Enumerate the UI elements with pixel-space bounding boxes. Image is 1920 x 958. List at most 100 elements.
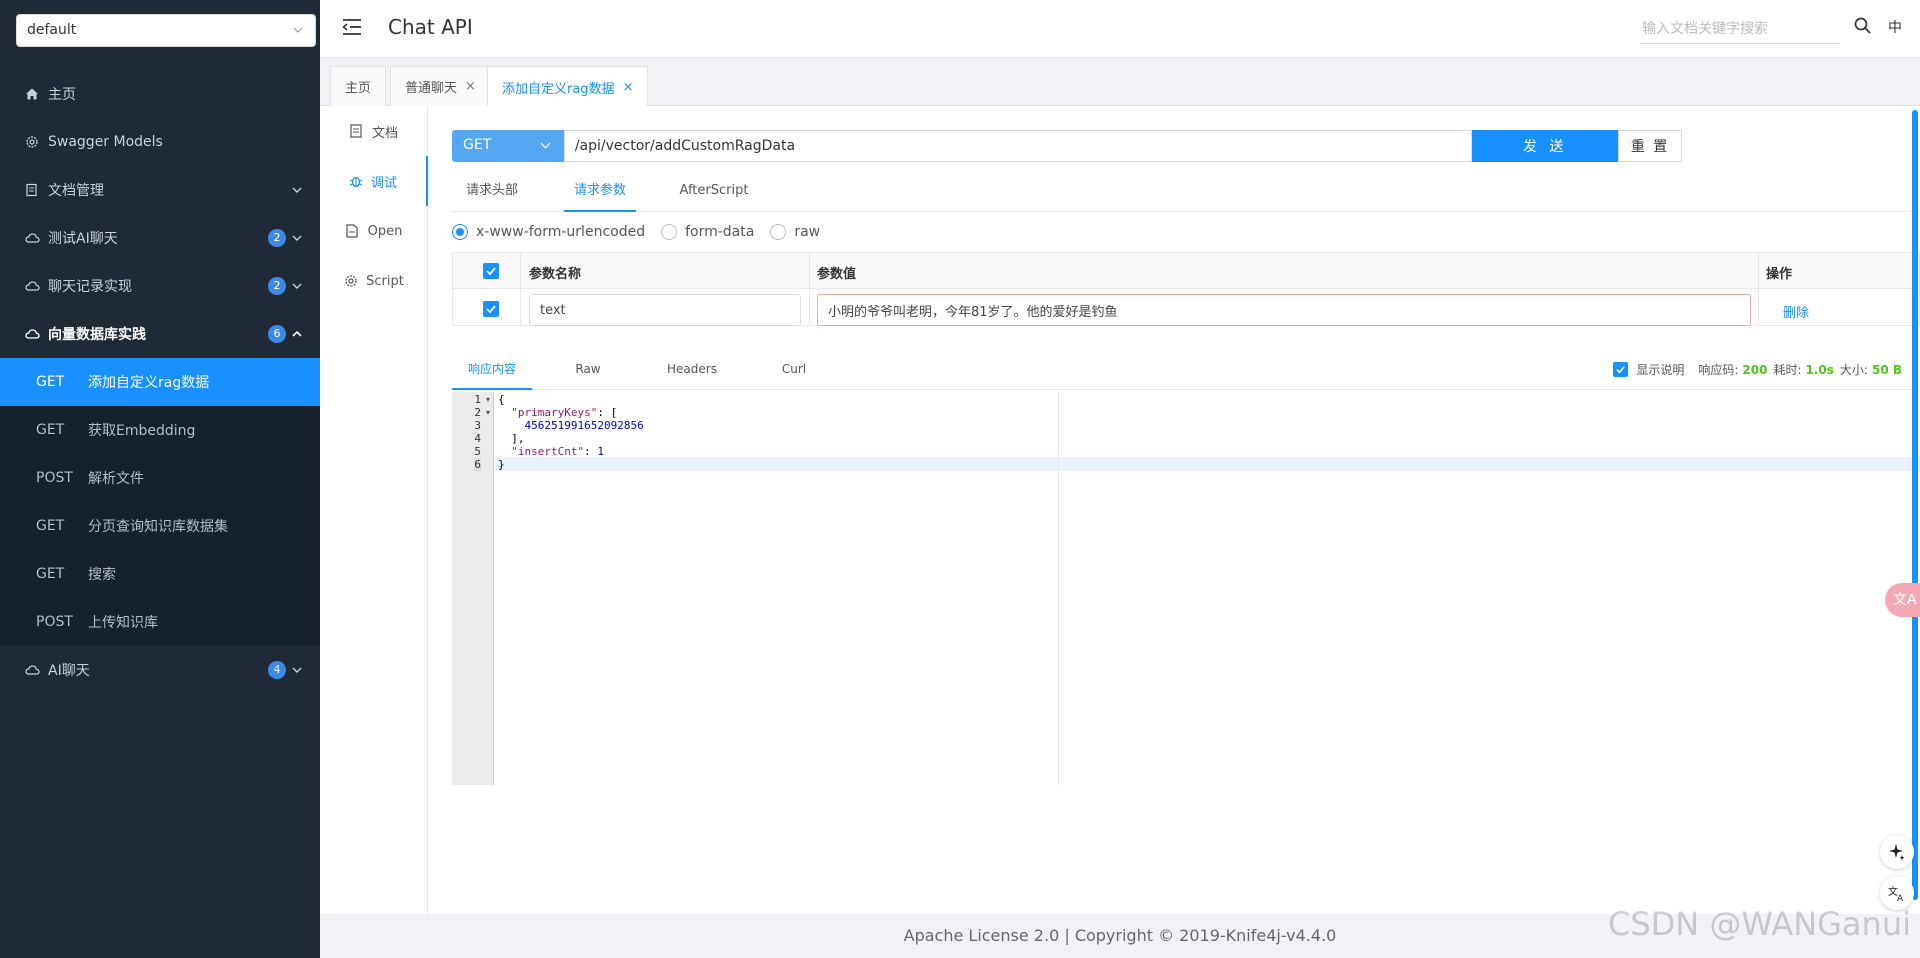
line-number: 2: [474, 406, 481, 419]
home-icon: [24, 86, 40, 102]
gear-icon: [24, 134, 40, 150]
side-tab-label: 调试: [370, 175, 397, 191]
param-name-input[interactable]: [529, 294, 801, 326]
bug-icon: [349, 174, 363, 188]
method-select[interactable]: GET: [452, 130, 564, 162]
side-tab-open[interactable]: Open: [320, 206, 428, 256]
url-input[interactable]: [563, 130, 1473, 162]
scrollbar[interactable]: [1912, 110, 1918, 900]
radio-form-data[interactable]: form-data: [661, 224, 754, 240]
doc-search-input[interactable]: [1640, 14, 1840, 44]
fold-arrow-icon[interactable]: ▾: [486, 408, 490, 417]
tab-response-raw[interactable]: Raw: [558, 350, 618, 390]
send-button[interactable]: 发 送: [1472, 130, 1619, 162]
size-label: 大小:: [1839, 363, 1868, 377]
group-select[interactable]: default: [16, 14, 316, 47]
tab-label: 主页: [345, 81, 372, 96]
chevron-down-icon: [293, 27, 303, 33]
tab-home[interactable]: 主页: [330, 66, 387, 106]
divider: [1758, 253, 1759, 325]
chevron-down-icon: [292, 187, 302, 193]
vector-db-submenu: GET 添加自定义rag数据 GET 获取Embedding POST 解析文件…: [0, 358, 320, 646]
tab-add-custom-rag[interactable]: 添加自定义rag数据 ×: [487, 66, 649, 107]
count-badge: 4: [268, 661, 286, 679]
translate-float-icon[interactable]: 文A: [1885, 583, 1920, 617]
response-editor[interactable]: 1 ▾ 2 ▾ 3 4 5 6 { "primaryKeys": [ 45625…: [452, 392, 1920, 785]
show-desc-checkbox[interactable]: [1613, 362, 1629, 377]
api-item-parse-file[interactable]: POST 解析文件: [0, 454, 320, 502]
chevron-down-icon: [292, 235, 302, 241]
menu-fold-icon[interactable]: [342, 18, 362, 36]
app-title: Chat API: [388, 15, 473, 39]
table-header: [453, 253, 1919, 289]
side-tab-debug[interactable]: 调试: [320, 156, 428, 206]
chevron-up-icon: [292, 330, 302, 337]
document-manage-icon: [24, 182, 40, 198]
api-item-add-custom-rag[interactable]: GET 添加自定义rag数据: [0, 358, 320, 406]
delete-param-link[interactable]: 删除: [1783, 302, 1809, 321]
sidebar-item-home[interactable]: 主页: [0, 70, 320, 118]
sidebar-item-label: 聊天记录实现: [48, 279, 132, 295]
sparkle-icon[interactable]: [1880, 835, 1914, 869]
side-tab-script[interactable]: Script: [320, 256, 428, 306]
tab-response-headers[interactable]: Headers: [652, 350, 732, 390]
api-item-upload-kb[interactable]: POST 上传知识库: [0, 598, 320, 646]
tab-response-content[interactable]: 响应内容: [452, 350, 532, 390]
fold-arrow-icon[interactable]: ▾: [486, 395, 490, 404]
sidebar-item-swagger-models[interactable]: Swagger Models: [0, 118, 320, 166]
app-root: default 主页 Swagger Models 文档管理 测试AI聊天 2: [0, 0, 1920, 958]
active-line-highlight: [495, 457, 1920, 471]
code-token: {: [498, 393, 505, 406]
tab-label: 普通聊天: [405, 81, 458, 96]
json-number: 1: [597, 445, 604, 458]
side-tab-doc[interactable]: 文档: [320, 106, 428, 156]
row-checkbox[interactable]: [483, 301, 499, 317]
tab-request-params[interactable]: 请求参数: [564, 172, 636, 212]
script-icon: [344, 274, 358, 288]
sidebar-item-label: 向量数据库实践: [48, 327, 146, 343]
tab-request-headers[interactable]: 请求头部: [452, 172, 532, 212]
api-item-search[interactable]: GET 搜索: [0, 550, 320, 598]
tab-response-curl[interactable]: Curl: [764, 350, 824, 390]
http-method: POST: [36, 614, 73, 630]
chevron-down-icon: [292, 283, 302, 289]
radio-urlencoded[interactable]: x-www-form-urlencoded: [452, 224, 645, 240]
http-method: GET: [36, 422, 65, 438]
sidebar-item-vector-db[interactable]: 向量数据库实践 6: [0, 310, 320, 358]
side-tab-label: Script: [366, 273, 404, 289]
api-item-page-query[interactable]: GET 分页查询知识库数据集: [0, 502, 320, 550]
sidebar-item-label: Swagger Models: [48, 134, 163, 150]
api-label: 上传知识库: [88, 615, 158, 631]
radio-dot: [452, 224, 468, 240]
sidebar-item-ai-chat[interactable]: AI聊天 4: [0, 646, 320, 694]
radio-raw[interactable]: raw: [770, 224, 820, 240]
line-number: 5: [474, 445, 481, 458]
http-method: GET: [36, 566, 65, 582]
api-label: 获取Embedding: [88, 423, 196, 439]
select-all-checkbox[interactable]: [483, 263, 499, 279]
code-line: "primaryKeys": [: [498, 406, 617, 419]
sidebar-item-doc-manage[interactable]: 文档管理: [0, 166, 320, 214]
response-time: 1.0s: [1805, 362, 1834, 377]
radio-label: raw: [794, 224, 821, 240]
radio-label: x-www-form-urlencoded: [476, 224, 646, 240]
http-method: GET: [36, 518, 65, 534]
tab-normal-chat[interactable]: 普通聊天 ×: [390, 66, 491, 106]
sidebar-item-test-ai-chat[interactable]: 测试AI聊天 2: [0, 214, 320, 262]
count-badge: 6: [268, 325, 286, 343]
cloud-icon: [24, 230, 40, 246]
line-number: 4: [474, 432, 481, 445]
reset-button[interactable]: 重 置: [1618, 130, 1682, 162]
language-toggle[interactable]: 中: [1888, 17, 1902, 37]
param-value-input[interactable]: [817, 294, 1751, 326]
svg-text:A: A: [1897, 894, 1904, 903]
response-tabs: 响应内容 Raw Headers Curl 显示说明 响应码: 200 耗时: …: [452, 350, 1920, 390]
sidebar-item-label: AI聊天: [48, 663, 90, 679]
close-icon[interactable]: ×: [623, 80, 634, 95]
sidebar-item-chat-history[interactable]: 聊天记录实现 2: [0, 262, 320, 310]
close-icon[interactable]: ×: [465, 79, 476, 94]
search-icon[interactable]: [1853, 16, 1873, 36]
api-item-get-embedding[interactable]: GET 获取Embedding: [0, 406, 320, 454]
file-icon: [346, 224, 360, 238]
tab-afterscript[interactable]: AfterScript: [666, 172, 762, 212]
